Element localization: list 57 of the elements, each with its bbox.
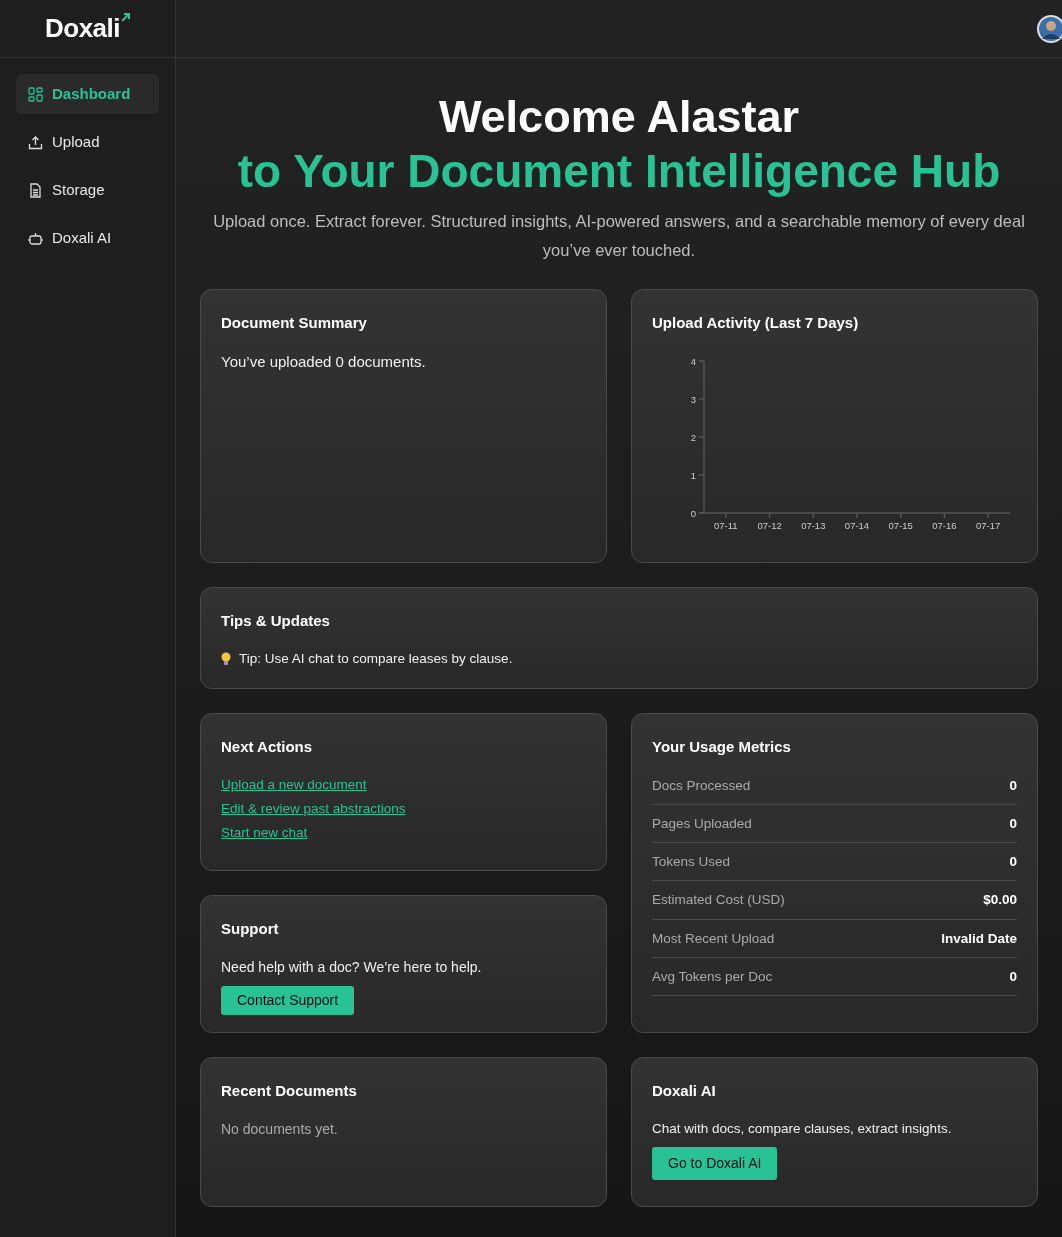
- x-tick-label: 07-13: [801, 519, 826, 531]
- card-title: Next Actions: [221, 737, 314, 758]
- card-title: Tips & Updates: [221, 611, 331, 632]
- x-tick-label: 07-11: [714, 519, 738, 531]
- robot-icon: [28, 230, 43, 246]
- metric-value: 0: [1009, 967, 1017, 986]
- x-tick-label: 07-15: [888, 519, 913, 531]
- logo: Doxali: [45, 12, 120, 45]
- action-link[interactable]: Edit & review past abstractions: [221, 798, 406, 820]
- hub-heading: to Your Document Intelligence Hub: [236, 144, 1002, 199]
- card-title: Your Usage Metrics: [652, 737, 792, 758]
- metric-value: 0: [1009, 814, 1017, 833]
- card-title: Support: [221, 919, 280, 940]
- sidebar-item[interactable]: Storage: [16, 170, 159, 210]
- card-title: Doxali AI: [652, 1081, 717, 1102]
- x-tick-label: 07-12: [757, 519, 782, 531]
- contact-support-button[interactable]: Contact Support: [221, 985, 355, 1015]
- metric-label: Estimated Cost (USD): [652, 891, 785, 910]
- metric-label: Avg Tokens per Doc: [652, 967, 773, 986]
- card-title: Recent Documents: [221, 1081, 358, 1102]
- y-tick-label: 4: [690, 355, 696, 367]
- y-tick-label: 1: [690, 469, 696, 481]
- ai-description: Chat with docs, compare clauses, extract insights.: [652, 1119, 953, 1138]
- y-tick-label: 3: [690, 393, 696, 405]
- metric-label: Docs Processed: [652, 776, 751, 795]
- welcome-heading: Welcome Alastar: [437, 90, 801, 144]
- action-link[interactable]: Start new chat: [221, 823, 308, 844]
- empty-message: No documents yet.: [221, 1119, 339, 1139]
- x-tick-label: 07-17: [976, 519, 1001, 531]
- x-tick-label: 07-14: [844, 519, 870, 531]
- sidebar-item[interactable]: Upload: [16, 122, 159, 162]
- document-icon: [28, 182, 43, 198]
- metric-value: 0: [1009, 853, 1017, 872]
- metric-value: 0: [1009, 776, 1017, 795]
- metric-label: Most Recent Upload: [652, 929, 775, 948]
- y-tick-label: 0: [690, 507, 696, 519]
- metric-value: $0.00: [983, 891, 1017, 910]
- x-tick-label: 07-16: [932, 519, 957, 531]
- sidebar-item[interactable]: Dashboard: [16, 74, 159, 114]
- tip-text: Tip: Use AI chat to compare leases by clause.: [239, 649, 513, 668]
- card-title: Document Summary: [221, 313, 368, 334]
- metric-label: Pages Uploaded: [652, 814, 752, 833]
- y-tick-label: 2: [690, 431, 696, 443]
- action-link[interactable]: Upload a new document: [221, 774, 367, 795]
- grid-icon: [28, 86, 43, 102]
- logo-arrow-icon: [121, 13, 130, 22]
- upload-icon: [28, 134, 43, 150]
- support-text: Need help with a doc? We’re here to help.: [221, 957, 483, 977]
- go-to-ai-button[interactable]: Go to Doxali AI: [652, 1146, 778, 1180]
- metric-value: Invalid Date: [941, 929, 1017, 948]
- metric-label: Tokens Used: [652, 853, 731, 872]
- summary-text: You’ve uploaded 0 documents.: [221, 351, 427, 372]
- card-title: Upload Activity (Last 7 Days): [652, 313, 860, 334]
- tagline: Upload once. Extract forever. Structured insights, AI-powered answers, and a searchable memory of every deal you’ve ever touched.: [212, 211, 1026, 262]
- avatar[interactable]: [1037, 14, 1062, 43]
- sidebar-item[interactable]: Doxali AI: [16, 218, 159, 258]
- lightbulb-icon: [221, 651, 231, 666]
